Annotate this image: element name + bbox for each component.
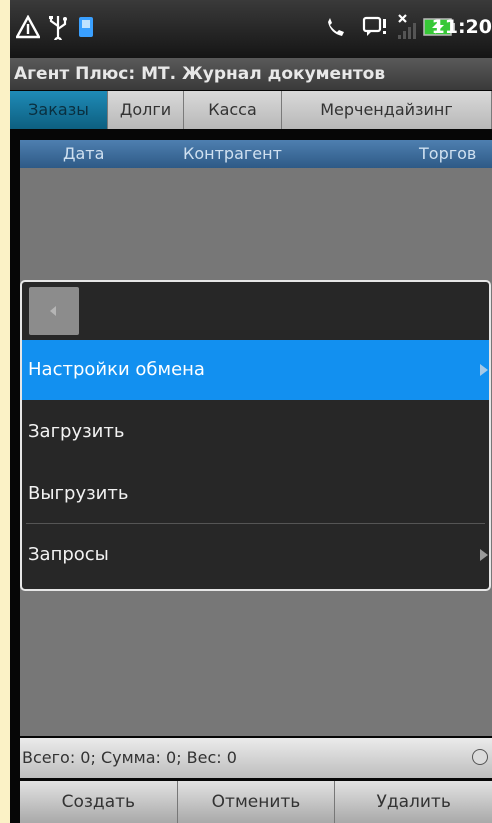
sim-icon <box>78 10 94 44</box>
menu-item-label: Загрузить <box>28 421 125 442</box>
tab-debts[interactable]: Долги <box>108 91 184 129</box>
column-counterparty[interactable]: Контрагент <box>183 140 282 168</box>
delete-button[interactable]: Удалить <box>335 781 492 823</box>
clock: 11:20 <box>431 16 492 38</box>
tab-bar: Заказы Долги Касса Мерчендайзинг <box>10 91 492 129</box>
menu-item-requests[interactable]: Запросы <box>22 525 489 585</box>
voicemail-icon <box>362 10 388 44</box>
summary-bar[interactable]: Всего: 0; Сумма: 0; Вес: 0 <box>20 738 492 778</box>
action-bar: Создать Отменить Удалить <box>20 781 492 823</box>
tab-merchandising[interactable]: Мерчендайзинг <box>282 91 492 129</box>
cancel-button[interactable]: Отменить <box>177 781 336 823</box>
menu-item-download[interactable]: Загрузить <box>22 402 489 462</box>
back-arrow-icon <box>50 306 56 316</box>
menu-item-label: Запросы <box>28 544 109 565</box>
device-screen: 11:20 Агент Плюс: МТ. Журнал документов … <box>10 0 492 823</box>
back-button[interactable] <box>29 287 79 335</box>
android-debug-icon <box>16 10 40 44</box>
menu-divider <box>26 523 485 524</box>
menu-item-label: Настройки обмена <box>28 359 205 380</box>
expand-icon[interactable] <box>472 749 488 765</box>
tab-orders[interactable]: Заказы <box>10 91 108 129</box>
column-date[interactable]: Дата <box>63 140 104 168</box>
summary-text: Всего: 0; Сумма: 0; Вес: 0 <box>22 748 237 767</box>
menu-item-exchange-settings[interactable]: Настройки обмена <box>22 340 489 400</box>
chevron-right-icon <box>480 364 488 376</box>
create-button[interactable]: Создать <box>20 781 178 823</box>
usb-icon <box>48 10 68 44</box>
menu-item-upload[interactable]: Выгрузить <box>22 464 489 524</box>
app-title: Агент Плюс: МТ. Журнал документов <box>10 58 492 90</box>
list-header: Дата Контрагент Торгов <box>20 140 492 168</box>
menu-item-label: Выгрузить <box>28 483 129 504</box>
no-signal-icon <box>396 10 418 44</box>
column-sales-point[interactable]: Торгов <box>419 140 476 168</box>
status-bar: 11:20 <box>10 0 492 58</box>
missed-call-icon <box>324 10 346 44</box>
exchange-menu-dialog: Настройки обмена Загрузить Выгрузить Зап… <box>20 280 491 591</box>
chevron-right-icon <box>480 549 488 561</box>
tab-cash[interactable]: Касса <box>184 91 282 129</box>
